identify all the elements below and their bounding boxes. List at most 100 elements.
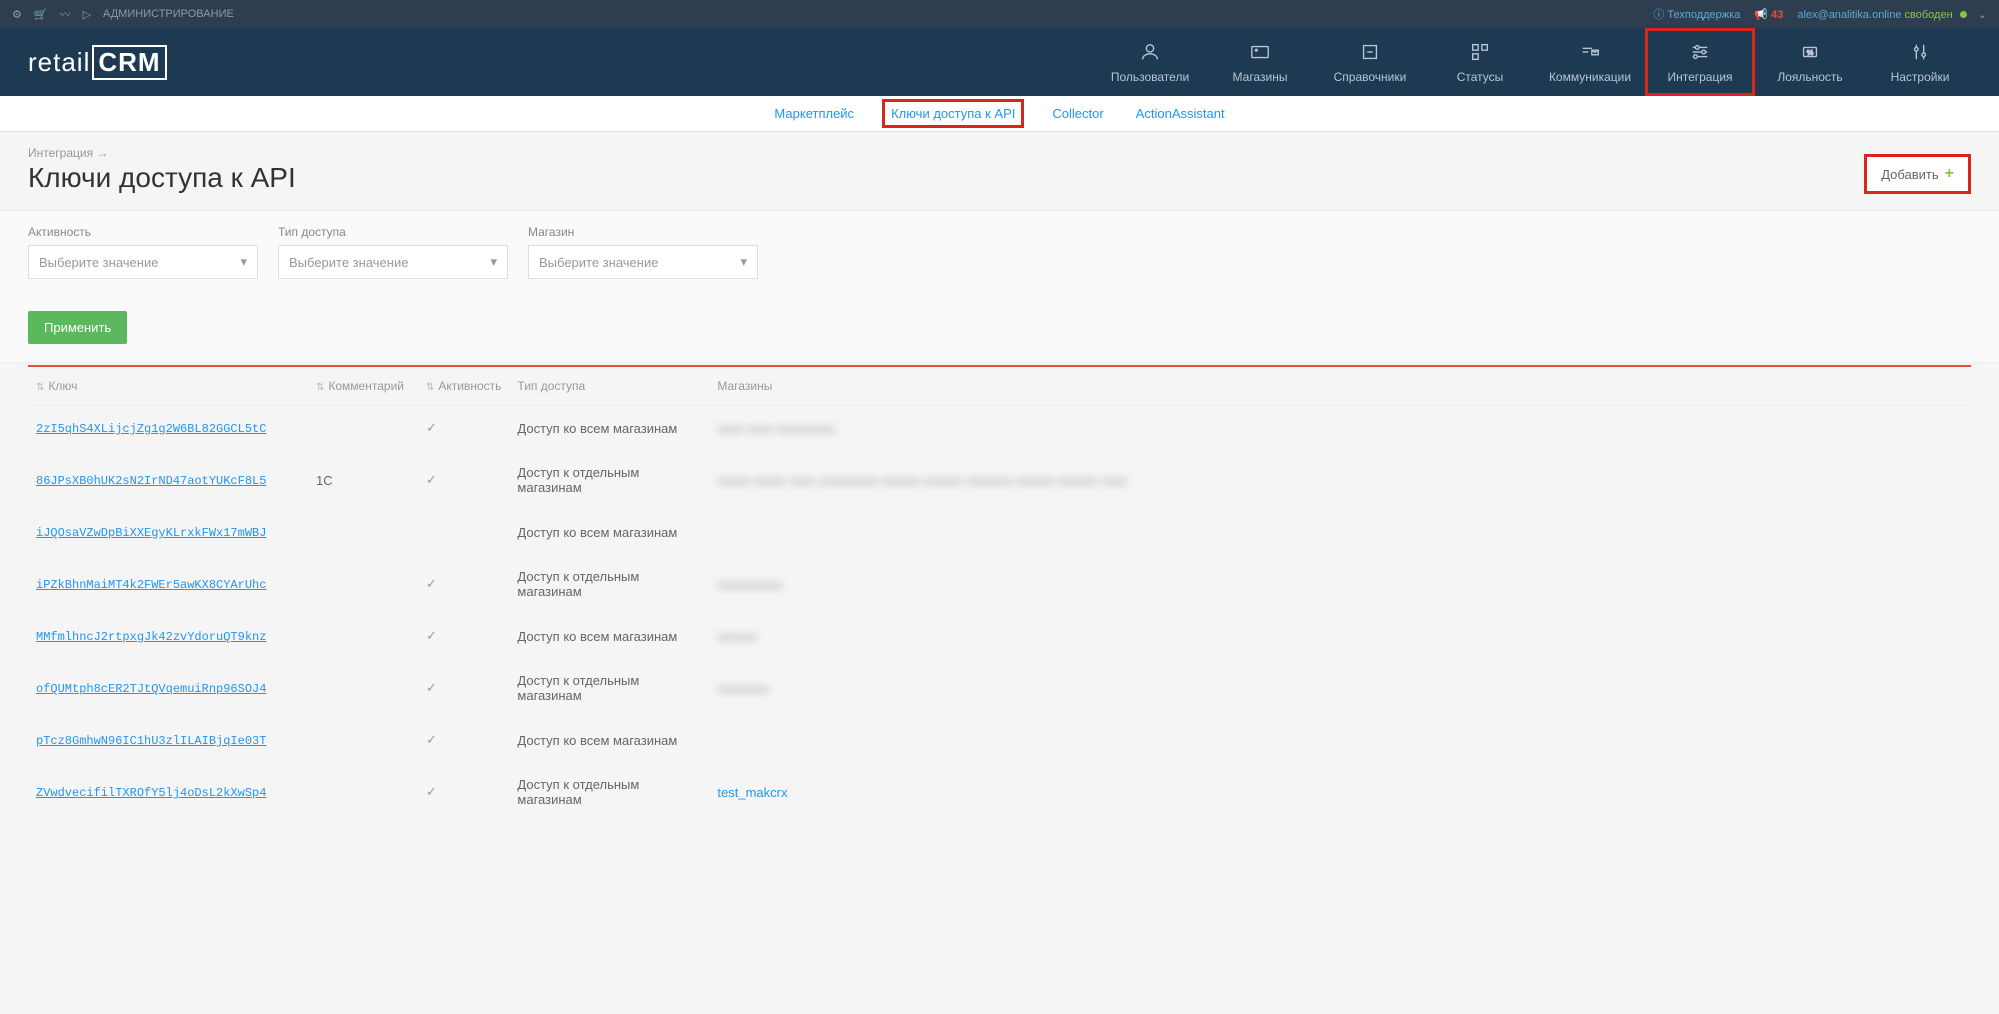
filter-store-label: Магазин [528, 225, 758, 239]
comment-cell [308, 510, 418, 555]
stores-cell: xxxxx xxxxx xxxx xxxxxxxxx xxxxxx xxxxxx… [709, 451, 1971, 510]
navbar: retailCRM Пользователи Магазины Справочн… [0, 28, 1999, 96]
filter-access-select[interactable]: Выберите значение▾ [278, 245, 508, 279]
comment-cell [308, 659, 418, 718]
th-activity[interactable]: ⇅Активность [418, 367, 509, 406]
play-icon[interactable]: ▷ [83, 8, 91, 21]
notifications[interactable]: 📢 43 [1754, 8, 1783, 21]
filter-store-select[interactable]: Выберите значение▾ [528, 245, 758, 279]
stores-cell [709, 510, 1971, 555]
access-cell: Доступ к отдельным магазинам [509, 555, 709, 614]
nav-integration[interactable]: Интеграция [1645, 28, 1755, 96]
sort-icon: ⇅ [36, 382, 44, 393]
mail-icon [1578, 40, 1602, 64]
comment-cell [308, 555, 418, 614]
subnav-actionassistant[interactable]: ActionAssistant [1132, 98, 1229, 129]
stores-cell: xxxxxxxxxx [709, 555, 1971, 614]
subnav-marketplace[interactable]: Маркетплейс [770, 98, 858, 129]
logo[interactable]: retailCRM [28, 45, 167, 80]
page-title: Ключи доступа к API [28, 162, 296, 194]
api-key-link[interactable]: 86JPsXB0hUK2sN2IrND47aotYUKcF8L5 [36, 474, 266, 488]
store-link[interactable]: test_makcrx [717, 785, 787, 800]
svg-text:%: % [1807, 48, 1814, 57]
api-key-link[interactable]: 2zI5qhS4XLijcjZg1g2W6BL82GGCL5tC [36, 422, 266, 436]
filter-access-label: Тип доступа [278, 225, 508, 239]
user-menu[interactable]: alex@analitika.online свободен ⌄ [1797, 8, 1987, 21]
breadcrumb[interactable]: Интеграция → [28, 146, 296, 160]
table-row: MMfmlhncJ2rtpxgJk42zvYdoruQT9knz ✓ Досту… [28, 614, 1971, 659]
comment-cell [308, 614, 418, 659]
api-key-link[interactable]: iPZkBhnMaiMT4k2FWEr5awKX8CYArUhc [36, 578, 266, 592]
nav-settings[interactable]: Настройки [1865, 28, 1975, 96]
page-header: Интеграция → Ключи доступа к API Добавит… [0, 132, 1999, 210]
access-cell: Доступ к отдельным магазинам [509, 763, 709, 822]
check-icon: ✓ [426, 680, 437, 695]
stores-cell: xxxx xxxx xxxxxxxxx [709, 406, 1971, 451]
nav-communications[interactable]: Коммуникации [1535, 28, 1645, 96]
subnav-api-keys[interactable]: Ключи доступа к API [882, 99, 1024, 128]
check-icon: ✓ [426, 784, 437, 799]
access-cell: Доступ ко всем магазинам [509, 510, 709, 555]
check-icon: ✓ [426, 628, 437, 643]
table-row: pTcz8GmhwN96IC1hU3zlILAIBjqIe03T ✓ Досту… [28, 718, 1971, 763]
check-icon: ✓ [426, 472, 437, 487]
api-key-link[interactable]: pTcz8GmhwN96IC1hU3zlILAIBjqIe03T [36, 734, 266, 748]
access-cell: Доступ к отдельным магазинам [509, 659, 709, 718]
stores-blurred: xxxxxx [717, 629, 756, 644]
nav-users[interactable]: Пользователи [1095, 28, 1205, 96]
check-icon: ✓ [426, 732, 437, 747]
chevron-down-icon: ▾ [240, 254, 247, 270]
chevron-down-icon: ▾ [740, 254, 747, 270]
nav-statuses[interactable]: Статусы [1425, 28, 1535, 96]
user-icon [1138, 40, 1162, 64]
comment-cell [308, 718, 418, 763]
stores-blurred: xxxx xxxx xxxxxxxxx [717, 421, 835, 436]
api-key-link[interactable]: ZVwdvecifilTXROfY5lj4oDsL2kXwSp4 [36, 786, 266, 800]
access-cell: Доступ к отдельным магазинам [509, 451, 709, 510]
th-key[interactable]: ⇅Ключ [28, 367, 308, 406]
topbar: ⚙ 🛒 〰 ▷ АДМИНИСТРИРОВАНИЕ ⓘ Техподдержка… [0, 0, 1999, 28]
comment-cell: 1C [308, 451, 418, 510]
gear-icon[interactable]: ⚙ [12, 8, 22, 21]
sort-icon: ⇅ [316, 382, 324, 393]
cart-icon[interactable]: 🛒 [34, 8, 48, 21]
stores-cell: xxxxxx [709, 614, 1971, 659]
table-row: iJQOsaVZwDpBiXXEgyKLrxkFWx17mWBJ Доступ … [28, 510, 1971, 555]
sort-icon: ⇅ [426, 382, 434, 393]
status-dot-icon [1960, 11, 1967, 18]
stores-cell: test_makcrx [709, 763, 1971, 822]
stores-cell [709, 718, 1971, 763]
th-stores: Магазины [709, 367, 1971, 406]
filter-activity-select[interactable]: Выберите значение▾ [28, 245, 258, 279]
filters: Активность Выберите значение▾ Тип доступ… [0, 210, 1999, 363]
nav-loyalty[interactable]: % Лояльность [1755, 28, 1865, 96]
apply-button[interactable]: Применить [28, 311, 127, 344]
api-key-link[interactable]: ofQUMtph8cER2TJtQVqemuiRnp96SOJ4 [36, 682, 266, 696]
api-key-link[interactable]: iJQOsaVZwDpBiXXEgyKLrxkFWx17mWBJ [36, 526, 266, 540]
subnav-collector[interactable]: Collector [1048, 98, 1107, 129]
table-row: 2zI5qhS4XLijcjZg1g2W6BL82GGCL5tC ✓ Досту… [28, 406, 1971, 451]
stores-blurred: xxxxxxxx [717, 681, 769, 696]
list-icon [1358, 40, 1382, 64]
add-button[interactable]: Добавить+ [1864, 154, 1971, 194]
check-icon: ✓ [426, 420, 437, 435]
table-row: iPZkBhnMaiMT4k2FWEr5awKX8CYArUhc ✓ Досту… [28, 555, 1971, 614]
check-icon: ✓ [426, 576, 437, 591]
access-cell: Доступ ко всем магазинам [509, 406, 709, 451]
chart-icon[interactable]: 〰 [60, 6, 71, 22]
th-comment[interactable]: ⇅Комментарий [308, 367, 418, 406]
chevron-down-icon: ⌄ [1978, 9, 1987, 21]
chevron-down-icon: ▾ [490, 254, 497, 270]
subnav: Маркетплейс Ключи доступа к API Collecto… [0, 96, 1999, 132]
stores-blurred: xxxxx xxxxx xxxx xxxxxxxxx xxxxxx xxxxxx… [717, 473, 1127, 488]
api-key-link[interactable]: MMfmlhncJ2rtpxgJk42zvYdoruQT9knz [36, 630, 266, 644]
access-cell: Доступ ко всем магазинам [509, 718, 709, 763]
comment-cell [308, 406, 418, 451]
settings-icon [1908, 40, 1932, 64]
comment-cell [308, 763, 418, 822]
support-link[interactable]: ⓘ Техподдержка [1653, 6, 1740, 22]
stores-blurred: xxxxxxxxxx [717, 577, 782, 592]
nav-stores[interactable]: Магазины [1205, 28, 1315, 96]
store-icon [1248, 40, 1272, 64]
nav-references[interactable]: Справочники [1315, 28, 1425, 96]
